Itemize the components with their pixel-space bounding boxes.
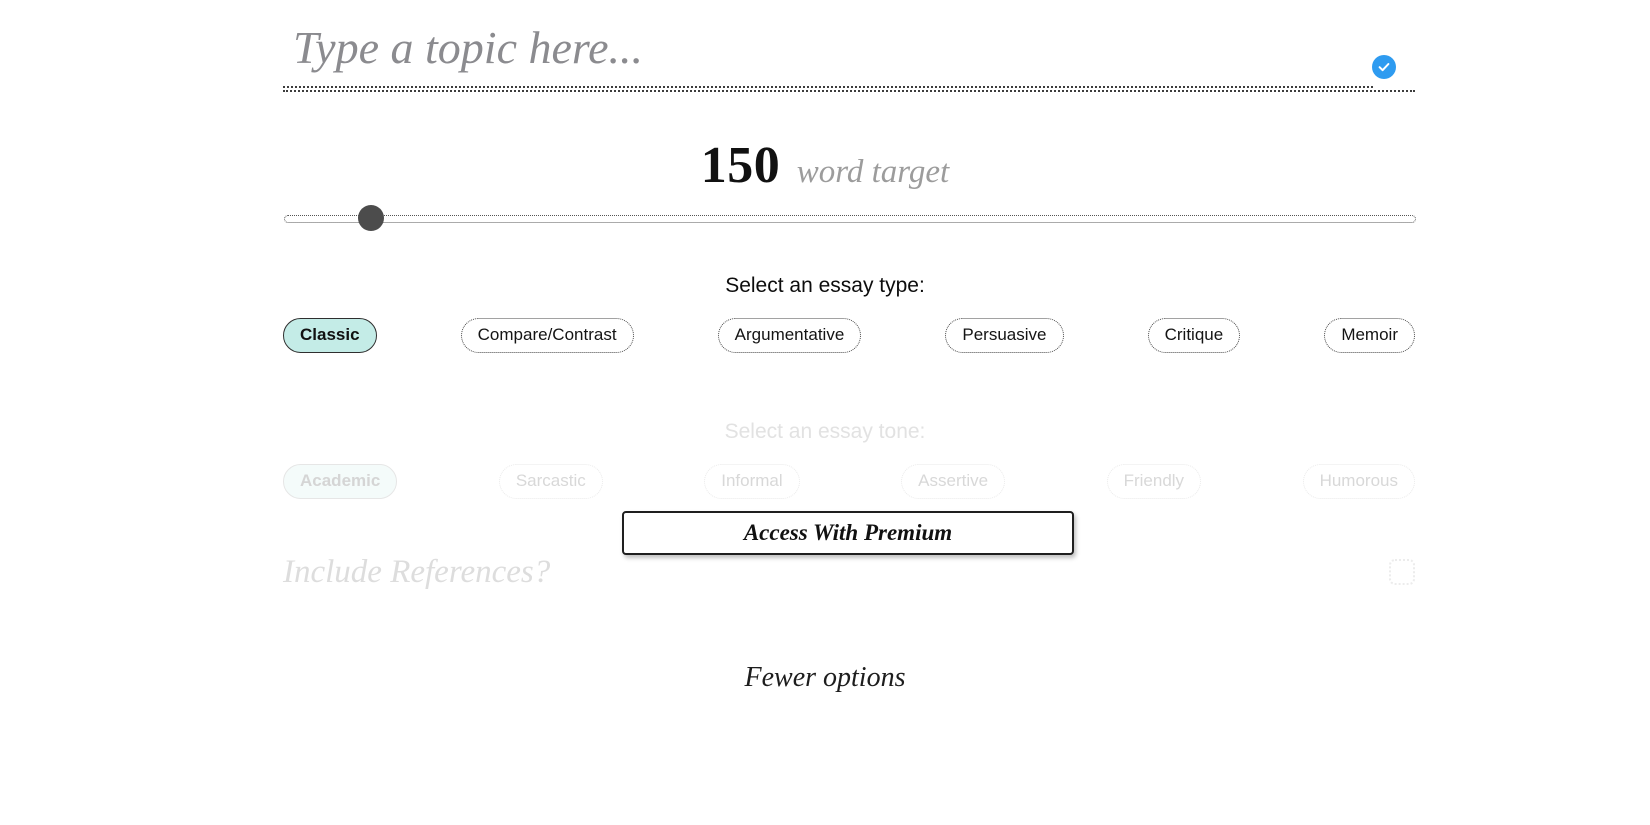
word-target-label: word target bbox=[797, 154, 949, 190]
essay-tone-friendly[interactable]: Friendly bbox=[1107, 464, 1201, 499]
essay-type-classic[interactable]: Classic bbox=[283, 318, 377, 353]
essay-tone-assertive[interactable]: Assertive bbox=[901, 464, 1005, 499]
topic-input-row bbox=[283, 14, 1415, 92]
essay-tone-options: Academic Sarcastic Informal Assertive Fr… bbox=[283, 464, 1415, 499]
include-references-label: Include References? bbox=[283, 554, 550, 591]
essay-generator-panel: 150 word target Select an essay type: Cl… bbox=[0, 0, 1650, 825]
topic-input[interactable] bbox=[283, 14, 1373, 88]
word-count-slider[interactable] bbox=[284, 204, 1416, 232]
essay-tone-academic[interactable]: Academic bbox=[283, 464, 397, 499]
essay-tone-humorous[interactable]: Humorous bbox=[1303, 464, 1415, 499]
essay-type-heading: Select an essay type: bbox=[0, 274, 1650, 298]
essay-type-critique[interactable]: Critique bbox=[1148, 318, 1241, 353]
essay-tone-informal[interactable]: Informal bbox=[704, 464, 799, 499]
word-target-readout: 150 word target bbox=[0, 136, 1650, 195]
essay-type-argumentative[interactable]: Argumentative bbox=[718, 318, 862, 353]
essay-tone-sarcastic[interactable]: Sarcastic bbox=[499, 464, 603, 499]
access-with-premium-button[interactable]: Access With Premium bbox=[622, 511, 1074, 555]
submit-topic-button[interactable] bbox=[1372, 55, 1396, 79]
include-references-checkbox[interactable] bbox=[1389, 559, 1415, 585]
essay-type-options: Classic Compare/Contrast Argumentative P… bbox=[283, 318, 1415, 353]
include-references-row: Include References? bbox=[283, 552, 1415, 592]
check-icon bbox=[1377, 60, 1391, 74]
essay-tone-heading: Select an essay tone: bbox=[0, 420, 1650, 444]
slider-track[interactable] bbox=[284, 215, 1416, 223]
essay-type-memoir[interactable]: Memoir bbox=[1324, 318, 1415, 353]
essay-type-persuasive[interactable]: Persuasive bbox=[945, 318, 1063, 353]
topic-input-underline bbox=[283, 90, 1415, 92]
fewer-options-toggle[interactable]: Fewer options bbox=[0, 662, 1650, 694]
essay-type-compare-contrast[interactable]: Compare/Contrast bbox=[461, 318, 634, 353]
slider-thumb[interactable] bbox=[358, 205, 384, 231]
word-target-count: 150 bbox=[701, 137, 781, 194]
